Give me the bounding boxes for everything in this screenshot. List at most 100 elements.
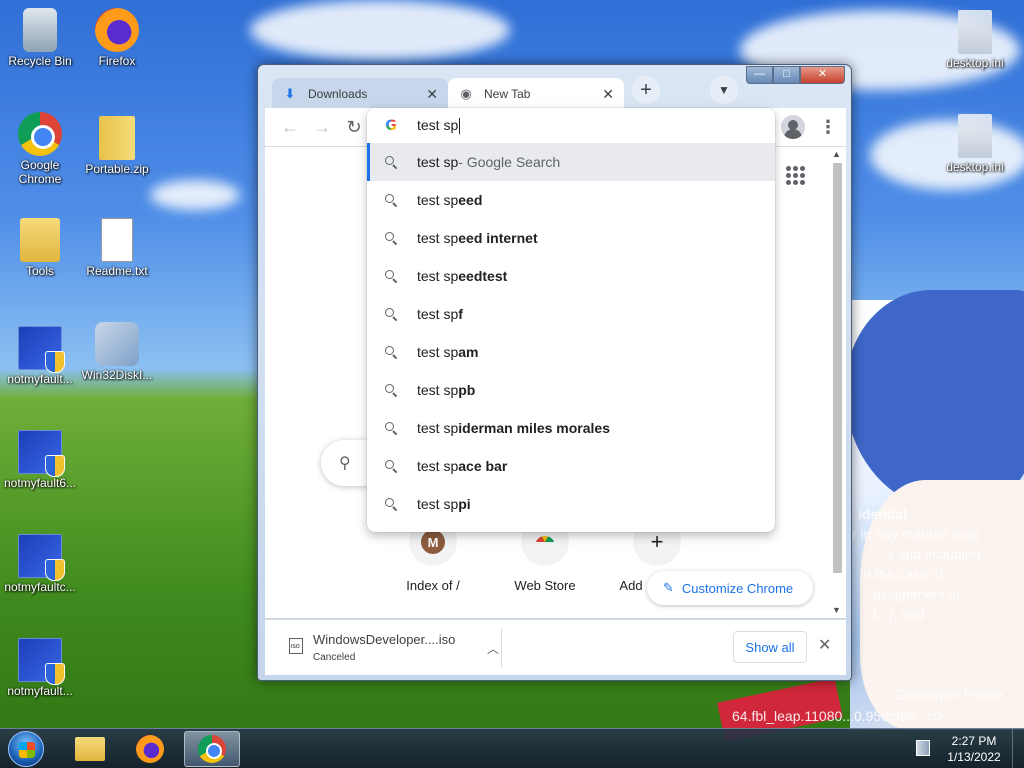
taskbar-chrome-button[interactable] — [184, 731, 240, 767]
person-icon-body — [784, 129, 802, 139]
suggestion-suffix: ace bar — [458, 458, 508, 474]
chevron-up-icon[interactable]: ︿ — [487, 640, 499, 657]
firefox-icon — [136, 735, 164, 763]
start-button[interactable] — [8, 731, 44, 767]
close-tab-icon[interactable]: ✕ — [602, 86, 614, 103]
maximize-button[interactable]: □ — [773, 66, 800, 84]
new-tab-button[interactable]: + — [632, 76, 660, 104]
tab-strip: ⬇ Downloads ✕ ◉ New Tab ✕ — [272, 74, 624, 110]
suggestion-item[interactable]: test sp eedtest — [367, 257, 775, 295]
desktop-icon-notmyfault64[interactable]: notmyfault6... — [0, 430, 80, 490]
taskbar-firefox-button[interactable] — [122, 731, 178, 767]
person-icon — [788, 120, 798, 130]
show-desktop-button[interactable] — [1012, 729, 1024, 768]
scroll-up-icon[interactable]: ▲ — [832, 149, 841, 159]
desktop-icon-label: notmyfault... — [7, 684, 73, 698]
taskbar-clock[interactable]: 2:27 PM 1/13/2022 — [940, 733, 1008, 765]
arrow-right-icon: → — [313, 116, 331, 137]
desktop-icon-firefox[interactable]: Firefox — [77, 8, 157, 68]
close-tab-icon[interactable]: ✕ — [426, 86, 438, 103]
google-apps-button[interactable] — [783, 163, 807, 187]
search-icon — [383, 192, 399, 208]
forward-button[interactable]: → — [311, 116, 333, 138]
suggestion-suffix: eed internet — [458, 230, 538, 246]
desktop-icon-label: notmyfault... — [7, 372, 73, 386]
action-center-flag-icon[interactable] — [916, 740, 930, 756]
window-controls: — □ ✕ — [746, 66, 845, 84]
tab-new-tab[interactable]: ◉ New Tab ✕ — [448, 78, 624, 110]
shortcut-label: Index of / — [406, 578, 460, 593]
suggestion-suffix: f — [458, 306, 463, 322]
desktop-icon-tools[interactable]: Tools — [0, 218, 80, 278]
scrollbar-thumb[interactable] — [833, 163, 842, 573]
desktop-icon-notmyfaultc[interactable]: notmyfaultc... — [0, 534, 80, 594]
address-bar-text[interactable]: test sp — [417, 117, 461, 135]
suggestion-typed: test sp — [417, 496, 459, 512]
taskbar-explorer-button[interactable] — [62, 731, 118, 767]
app-shield-icon — [18, 326, 65, 373]
zip-folder-icon — [99, 116, 135, 160]
taskbar: 2:27 PM 1/13/2022 — [0, 728, 1024, 768]
firefox-icon — [95, 8, 139, 52]
close-window-button[interactable]: ✕ — [800, 66, 845, 84]
page-scrollbar[interactable]: ▲ ▼ — [831, 149, 844, 617]
chevron-down-icon: ▼ — [718, 83, 730, 97]
show-all-downloads-button[interactable]: Show all — [733, 631, 807, 663]
apps-dot — [792, 172, 798, 178]
iso-file-icon — [289, 638, 303, 654]
desktop-icon-recycle-bin[interactable]: Recycle Bin — [0, 8, 80, 68]
tool-icon — [95, 322, 139, 366]
suggestion-item[interactable]: test sp pb — [367, 371, 775, 409]
tab-downloads[interactable]: ⬇ Downloads ✕ — [272, 78, 448, 110]
recycle-bin-icon — [23, 8, 57, 52]
suggestion-item[interactable]: test sp iderman miles morales — [367, 409, 775, 447]
suggestion-item[interactable]: test sp ace bar — [367, 447, 775, 485]
profile-button[interactable] — [781, 115, 805, 139]
watermark-build-string: 64.fbl_leap.11080...0.959cf95...c0 — [732, 708, 942, 724]
address-bar[interactable]: G test sp — [367, 108, 775, 143]
scroll-down-icon[interactable]: ▼ — [832, 605, 841, 615]
tab-search-button[interactable]: ▼ — [710, 76, 738, 104]
customize-chrome-button[interactable]: ✎ Customize Chrome — [647, 571, 813, 605]
wallpaper-cloud — [150, 180, 240, 210]
suggestion-suffix: pi — [458, 496, 471, 512]
suggestion-item[interactable]: test sp f — [367, 295, 775, 333]
clock-time: 2:27 PM — [951, 734, 997, 748]
suggestion-typed: test sp — [417, 154, 459, 170]
desktop-icon-notmyfault-2[interactable]: notmyfault... — [0, 638, 80, 698]
suggestion-typed: test sp — [417, 344, 459, 360]
suggestion-item[interactable]: test sp eed — [367, 181, 775, 219]
reload-button[interactable]: ↻ — [343, 116, 365, 138]
customize-label: Customize Chrome — [681, 580, 794, 596]
desktop-icon-desktop-ini[interactable]: desktop.ini — [935, 10, 1015, 70]
suggestion-desc: - Google Search — [458, 154, 561, 170]
search-icon — [383, 268, 399, 284]
ini-file-icon — [958, 114, 992, 158]
app-shield-icon — [18, 534, 65, 581]
suggestion-item[interactable]: test sp am — [367, 333, 775, 371]
browser-menu-button[interactable]: ⋮ — [817, 116, 839, 138]
minimize-button[interactable]: — — [746, 66, 773, 84]
text-caret — [459, 118, 461, 135]
download-item[interactable]: WindowsDeveloper....iso Canceled ︿ — [283, 630, 503, 666]
desktop-icon-label: Google Chrome — [18, 158, 62, 186]
google-g-icon: G — [383, 118, 399, 134]
download-filename: WindowsDeveloper....iso — [313, 632, 456, 647]
desktop-icon-notmyfault[interactable]: notmyfault... — [0, 326, 80, 386]
close-shelf-icon[interactable]: ✕ — [818, 635, 831, 655]
search-icon — [383, 420, 399, 436]
back-button[interactable]: ← — [279, 116, 301, 138]
suggestion-item[interactable]: test sp pi — [367, 485, 775, 523]
desktop-icon-desktop-ini-2[interactable]: desktop.ini — [935, 114, 1015, 174]
watermark-heading: idential — [858, 506, 908, 522]
watermark-line: s and including — [887, 546, 981, 562]
desktop-icon-google-chrome[interactable]: Google Chrome — [0, 112, 80, 186]
desktop-icon-readme[interactable]: Readme.txt — [77, 218, 157, 278]
apps-dot — [792, 179, 798, 185]
desktop-icon-label: Tools — [25, 264, 54, 278]
suggestion-item[interactable]: test sp eed internet — [367, 219, 775, 257]
desktop-icon-win32diskimager[interactable]: Win32DiskI... — [77, 322, 157, 382]
suggestion-item[interactable]: test sp - Google Search — [367, 143, 775, 181]
desktop-icon-label: Readme.txt — [86, 264, 148, 278]
desktop-icon-portable-zip[interactable]: Portable.zip — [77, 116, 157, 176]
